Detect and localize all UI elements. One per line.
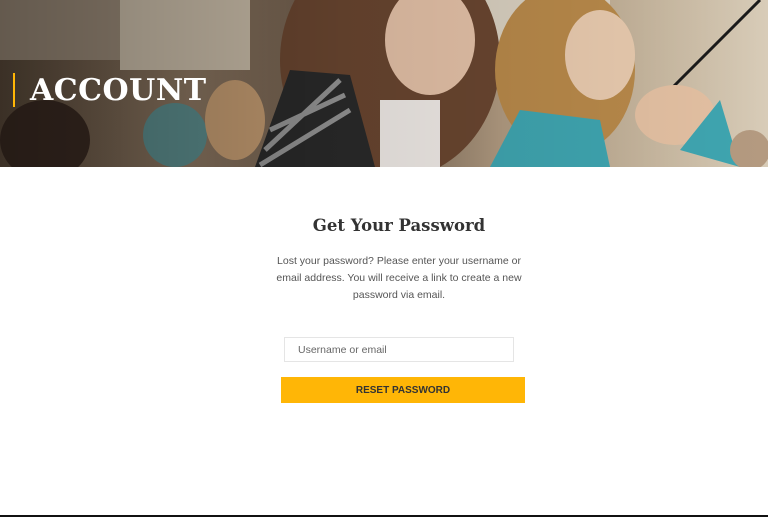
form-description: Lost your password? Please enter your us…: [276, 255, 522, 301]
account-page: ACCOUNT Get Your Password Lost your pass…: [0, 0, 768, 517]
form-title: Get Your Password: [312, 216, 486, 235]
hero-banner: ACCOUNT: [0, 0, 768, 167]
username-email-input[interactable]: [284, 337, 514, 362]
reset-password-button[interactable]: RESET PASSWORD: [281, 377, 525, 403]
page-title: ACCOUNT: [30, 73, 207, 108]
title-accent-bar: [13, 73, 15, 107]
reset-password-section: Get Your Password Lost your password? Pl…: [0, 167, 768, 515]
